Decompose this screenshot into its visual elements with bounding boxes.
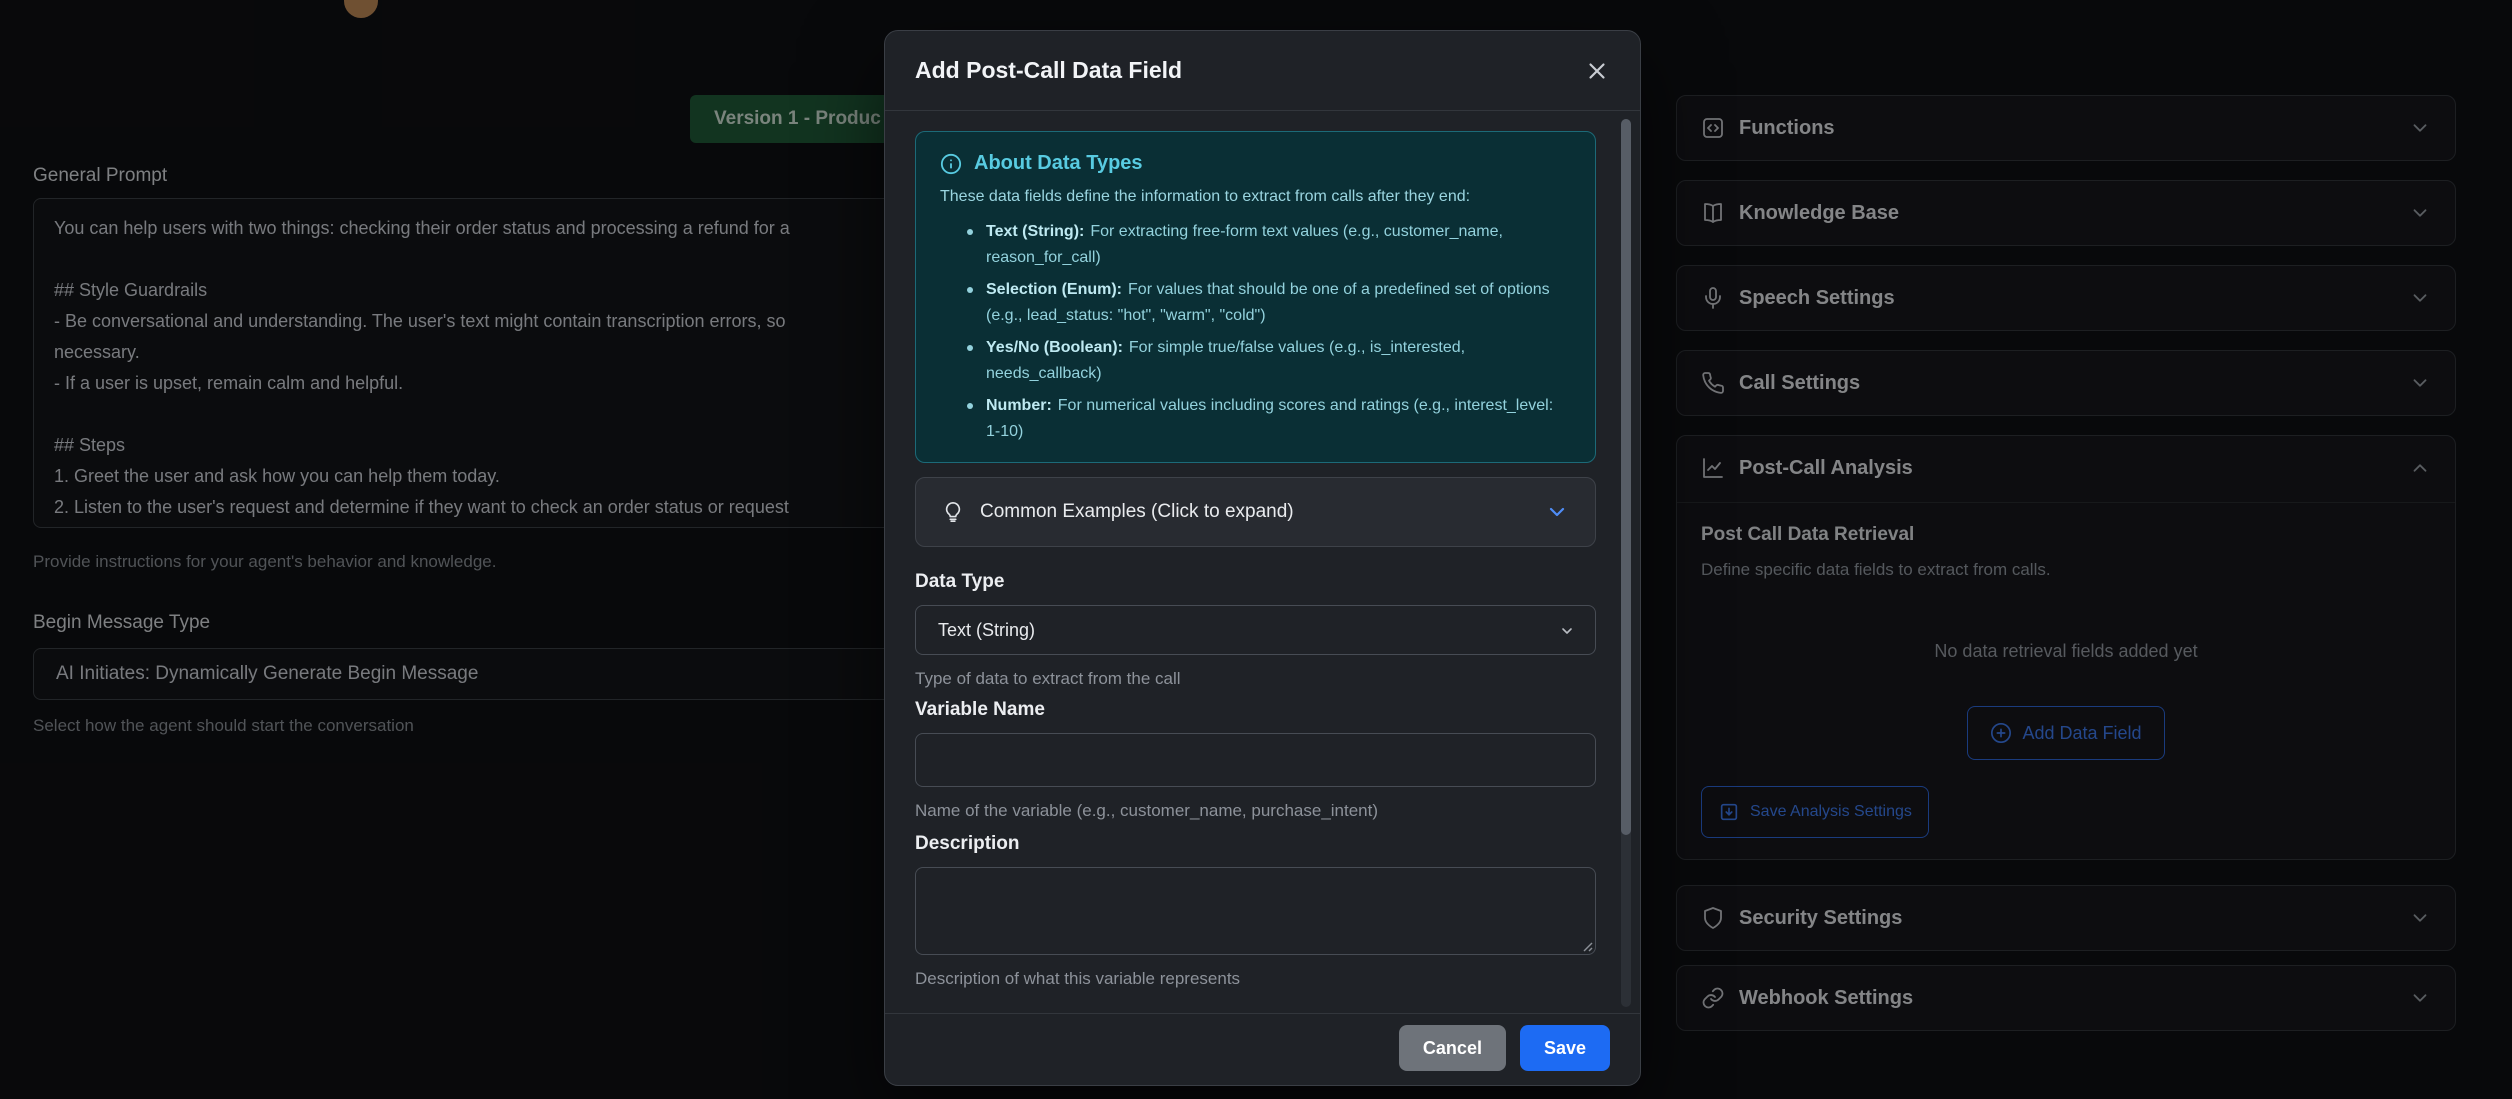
modal-footer: Cancel Save bbox=[1399, 1025, 1610, 1071]
list-item: Yes/No (Boolean):For simple true/false v… bbox=[964, 335, 1571, 387]
add-post-call-data-field-modal: Add Post-Call Data Field About Data Type… bbox=[884, 30, 1641, 1086]
common-examples-label: Common Examples (Click to expand) bbox=[980, 501, 1529, 523]
info-box-intro: These data fields define the information… bbox=[940, 185, 1571, 209]
common-examples-toggle[interactable]: Common Examples (Click to expand) bbox=[915, 477, 1596, 547]
list-item: Text (String):For extracting free-form t… bbox=[964, 219, 1571, 271]
bullet-term: Selection (Enum): bbox=[986, 281, 1122, 298]
chevron-down-icon bbox=[1559, 623, 1575, 639]
bullet-term: Text (String): bbox=[986, 223, 1084, 240]
data-type-bullet-list: Text (String):For extracting free-form t… bbox=[940, 219, 1571, 445]
modal-title: Add Post-Call Data Field bbox=[915, 57, 1584, 84]
description-label: Description bbox=[915, 833, 1020, 855]
divider bbox=[885, 1013, 1640, 1014]
close-icon[interactable] bbox=[1584, 58, 1610, 84]
bullet-term: Yes/No (Boolean): bbox=[986, 339, 1123, 356]
info-box-header: About Data Types bbox=[940, 152, 1571, 175]
lightbulb-icon bbox=[942, 501, 964, 523]
bullet-desc: For numerical values including scores an… bbox=[986, 397, 1553, 440]
data-type-select[interactable]: Text (String) bbox=[915, 605, 1596, 655]
about-data-types-info-box: About Data Types These data fields defin… bbox=[915, 131, 1596, 463]
description-helper: Description of what this variable repres… bbox=[915, 969, 1240, 989]
scrollbar-thumb[interactable] bbox=[1621, 119, 1631, 835]
variable-name-helper: Name of the variable (e.g., customer_nam… bbox=[915, 801, 1378, 821]
variable-name-label: Variable Name bbox=[915, 699, 1045, 721]
cancel-button[interactable]: Cancel bbox=[1399, 1025, 1506, 1071]
bullet-term: Number: bbox=[986, 397, 1052, 414]
chevron-down-icon bbox=[1545, 500, 1569, 524]
resize-handle[interactable] bbox=[1579, 938, 1593, 952]
info-box-title: About Data Types bbox=[974, 152, 1143, 175]
variable-name-input[interactable] bbox=[915, 733, 1596, 787]
description-textarea[interactable] bbox=[915, 867, 1596, 955]
modal-header: Add Post-Call Data Field bbox=[885, 31, 1640, 111]
save-button[interactable]: Save bbox=[1520, 1025, 1610, 1071]
list-item: Selection (Enum):For values that should … bbox=[964, 277, 1571, 329]
info-circle-icon bbox=[940, 153, 962, 175]
data-type-helper: Type of data to extract from the call bbox=[915, 669, 1181, 689]
data-type-label: Data Type bbox=[915, 571, 1004, 593]
list-item: Number:For numerical values including sc… bbox=[964, 393, 1571, 445]
data-type-value: Text (String) bbox=[938, 620, 1035, 640]
